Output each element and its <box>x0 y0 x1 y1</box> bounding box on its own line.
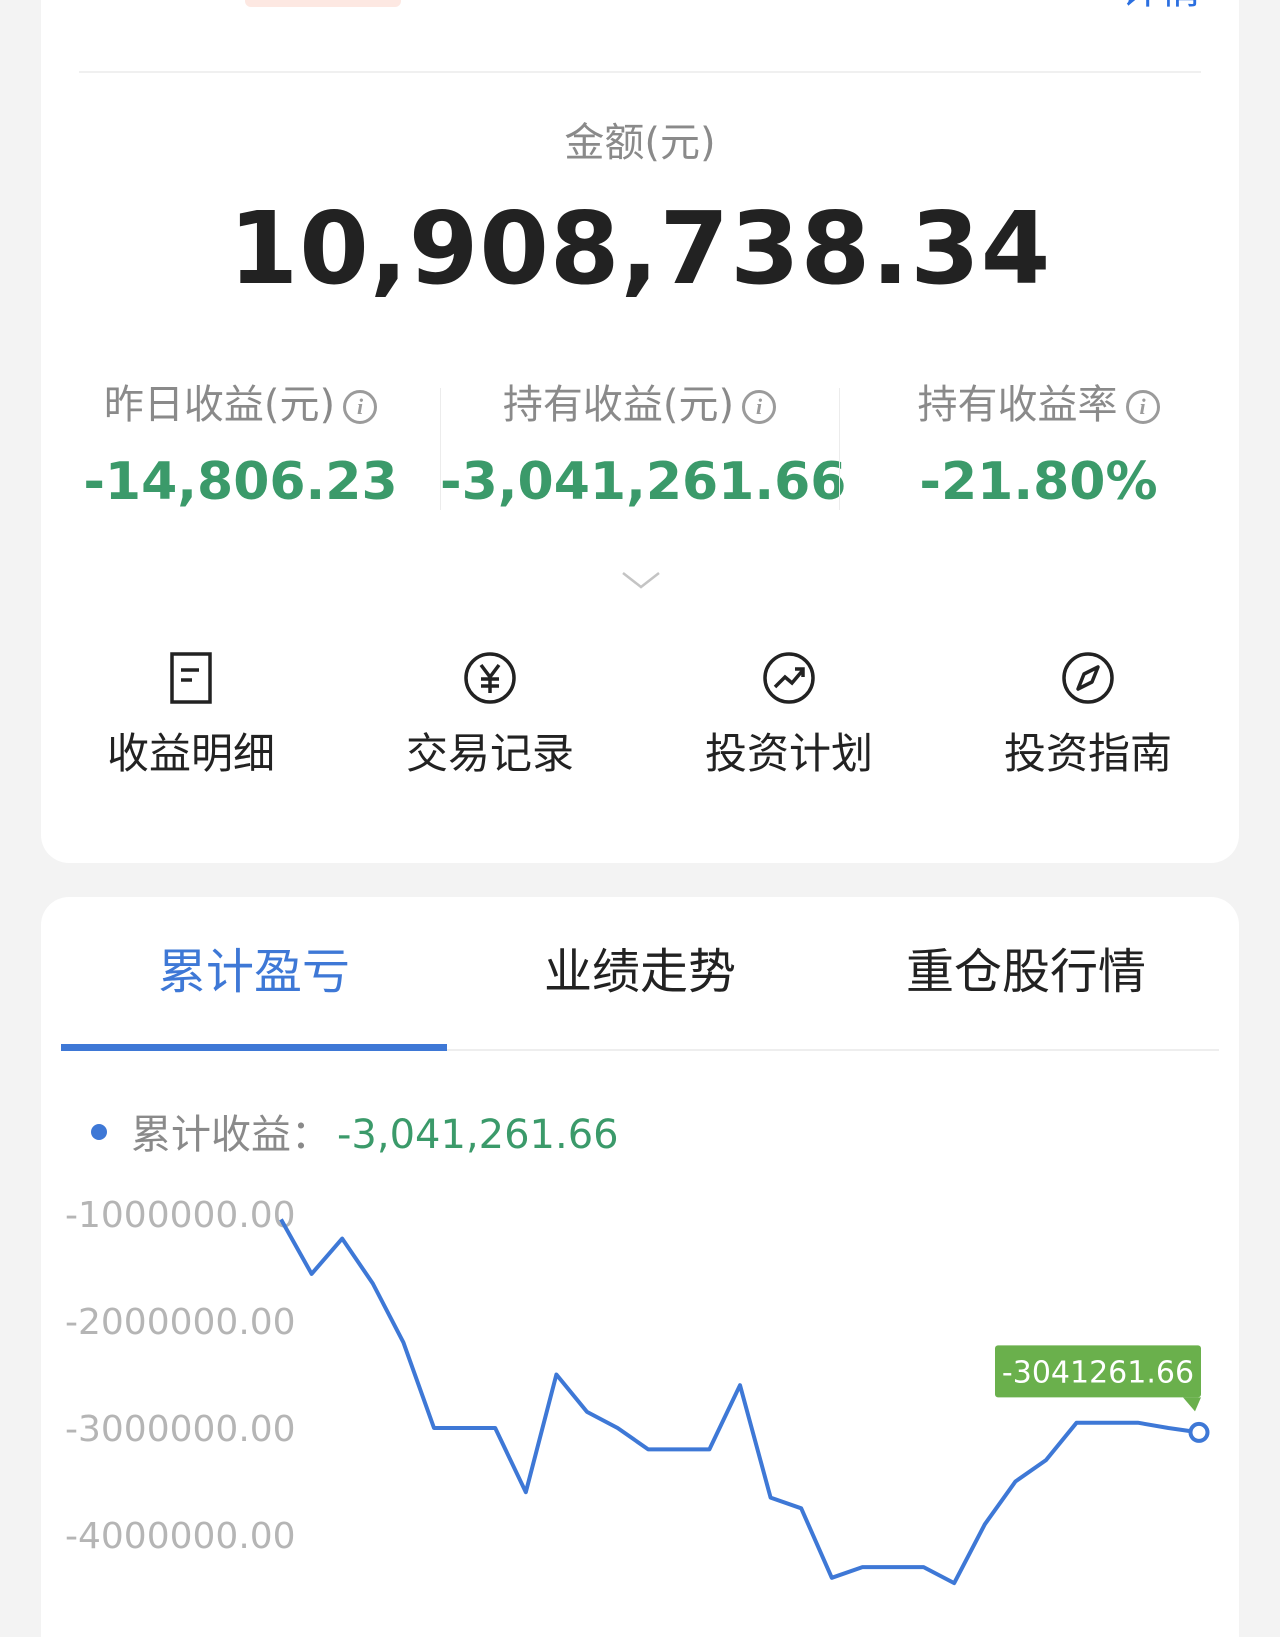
chart-tabs: 累计盈亏 业绩走势 重仓股行情 <box>61 897 1219 1051</box>
tab-cumulative-profit[interactable]: 累计盈亏 <box>61 897 447 1051</box>
amount-value: 10,908,738.34 <box>228 190 1052 307</box>
shortcut-profit-detail[interactable]: 收益明细 <box>41 650 341 781</box>
holding-summary-card: 详情 金额(元) 10,908,738.34 昨日收益(元)i -14,806.… <box>41 0 1239 863</box>
chart-legend: 累计收益： -3,041,261.66 <box>91 1102 619 1160</box>
legend-dot <box>91 1124 107 1140</box>
status-badge <box>245 0 401 7</box>
y-tick-label: -3000000.00 <box>65 1409 296 1450</box>
legend-label: 累计收益： <box>131 1112 331 1158</box>
tooltip-value: -3041261.66 <box>1002 1355 1194 1390</box>
metric-holding-profit: 持有收益(元) i -3,041,261.66 <box>440 380 847 520</box>
legend-value: -3,041,261.66 <box>337 1112 619 1158</box>
shortcut-investment-guide[interactable]: 投资指南 <box>938 650 1238 781</box>
compass-icon <box>1062 652 1114 704</box>
tab-label: 业绩走势 <box>543 944 736 1000</box>
shortcut-bar: 收益明细 交易记录 投资计划 投资指南 <box>41 650 1239 790</box>
y-tick-label: -2000000.00 <box>65 1302 296 1343</box>
detail-link[interactable]: 详情 <box>1121 0 1201 10</box>
metric-yesterday-profit: 昨日收益(元) i -14,806.23 <box>41 380 440 520</box>
amount-label: 金额(元) <box>564 120 716 166</box>
info-icon[interactable]: i <box>1125 390 1160 424</box>
y-tick-label: -4000000.00 <box>65 1516 296 1557</box>
chart-card: 累计盈亏 业绩走势 重仓股行情 累计收益： -3,041,261.66 -1000… <box>41 897 1239 1637</box>
tab-top-holdings[interactable]: 重仓股行情 <box>833 897 1219 1049</box>
yen-circle-icon <box>464 652 516 704</box>
tooltip-pointer <box>1183 1397 1201 1412</box>
shortcut-label: 交易记录 <box>405 729 574 778</box>
shortcut-label: 投资指南 <box>1003 729 1172 778</box>
info-icon[interactable]: i <box>742 390 777 424</box>
metric-holding-yield: 持有收益率 i -21.80% <box>839 380 1238 520</box>
cumulative-profit-chart[interactable]: -1000000.00 -2000000.00 -3000000.00 -400000… <box>41 1197 1239 1637</box>
metric-value: -3,041,261.66 <box>440 452 847 512</box>
shortcut-trade-records[interactable]: 交易记录 <box>340 650 640 781</box>
tab-label: 重仓股行情 <box>905 944 1146 1000</box>
metric-value: -14,806.23 <box>83 452 398 512</box>
metric-label: 持有收益率 <box>917 382 1118 428</box>
tab-label: 累计盈亏 <box>157 944 350 1000</box>
shortcut-label: 收益明细 <box>106 729 275 778</box>
info-icon[interactable]: i <box>343 390 378 424</box>
metric-label: 持有收益(元) <box>502 382 735 428</box>
shortcut-investment-plan[interactable]: 投资计划 <box>639 650 939 781</box>
divider <box>79 71 1201 73</box>
series-line <box>279 1218 1200 1586</box>
metric-label: 昨日收益(元) <box>103 382 336 428</box>
chevron-down-icon[interactable] <box>621 570 661 590</box>
metric-value: -21.80% <box>919 452 1158 512</box>
trend-circle-icon <box>763 652 815 704</box>
shortcut-label: 投资计划 <box>704 729 873 778</box>
last-point-marker[interactable] <box>1188 1421 1210 1443</box>
document-icon <box>170 652 212 704</box>
profit-metrics: 昨日收益(元) i -14,806.23 持有收益(元) i -3,041,261.… <box>41 380 1239 520</box>
y-tick-label: -1000000.00 <box>65 1197 296 1236</box>
tab-active-indicator <box>61 1044 447 1051</box>
tab-performance-trend[interactable]: 业绩走势 <box>447 897 833 1049</box>
